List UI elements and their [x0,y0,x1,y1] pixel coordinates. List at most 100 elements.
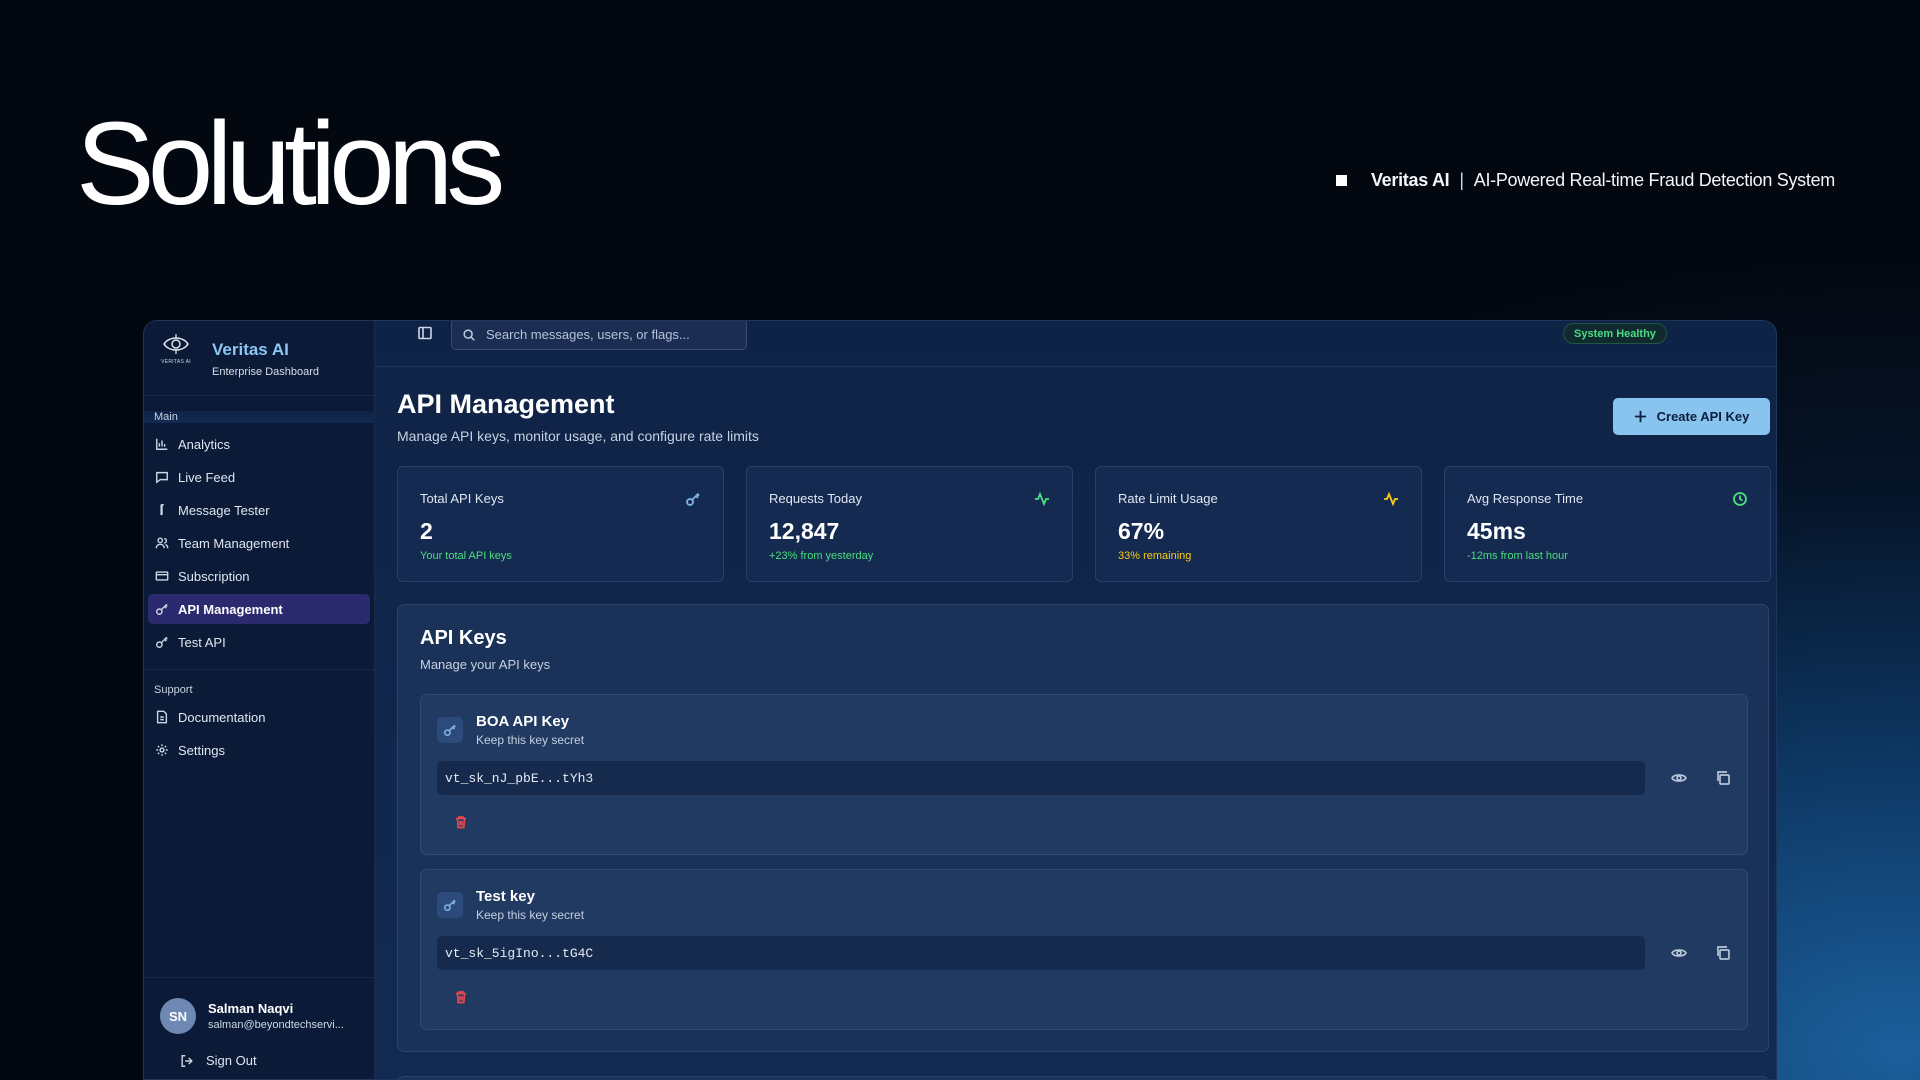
hero-title: Solutions [76,98,505,230]
api-key-hint: Keep this key secret [476,733,585,747]
gear-icon [156,744,168,756]
api-key-name: Test key [476,888,535,905]
api-key-value[interactable]: vt_sk_5igIno...tG4C [437,936,1645,970]
plus-icon [1634,410,1646,423]
sidebar-item-label: Subscription [178,568,250,584]
trash-icon [456,991,466,1004]
app-window: VERITAS AI Veritas AI Enterprise Dashboa… [143,320,1777,1080]
stat-note: 33% remaining [1118,550,1192,562]
next-panel-edge [397,1076,1769,1079]
reveal-key-button[interactable] [1671,945,1687,961]
logo-text: VERITAS AI [161,359,191,365]
activity-icon [1383,491,1399,507]
copy-icon [1717,771,1730,785]
api-key-name: BOA API Key [476,713,570,730]
copy-key-button[interactable] [1715,770,1731,786]
api-keys-title: API Keys [420,627,507,649]
section-label-support: Support [154,684,193,696]
stat-card: Avg Response Time 45ms -12ms from last h… [1444,466,1771,582]
sidebar-header: VERITAS AI Veritas AI Enterprise Dashboa… [144,321,374,396]
app-title: Veritas AI [212,340,289,359]
api-key-value[interactable]: vt_sk_nJ_pbE...tYh3 [437,761,1645,795]
message-square-icon [156,471,168,484]
user-email: salman@beyondtechservi... [208,1019,344,1031]
search-icon [463,328,475,341]
key-icon [437,892,463,918]
users-icon [155,537,169,549]
delete-key-button[interactable] [454,990,469,1005]
user-name: Salman Naqvi [208,1001,294,1016]
sidebar-item-settings[interactable]: Settings [148,735,370,765]
sidebar-item-test-api[interactable]: Test API [148,627,370,657]
copy-key-button[interactable] [1715,945,1731,961]
sidebar-item-subscription[interactable]: Subscription [148,561,370,591]
stat-label: Rate Limit Usage [1118,491,1218,506]
sidebar-item-documentation[interactable]: Documentation [148,702,370,732]
api-key-hint: Keep this key secret [476,908,585,922]
api-keys-subtitle: Manage your API keys [420,657,551,672]
sign-out-label: Sign Out [206,1053,257,1068]
support-nav: Documentation Settings [144,702,374,765]
create-api-key-button[interactable]: Create API Key [1613,398,1770,435]
page-subtitle: Manage API keys, monitor usage, and conf… [397,428,759,444]
topbar: System Healthy [375,321,1776,367]
user-profile[interactable]: SN Salman Naqvi salman@beyondtechservi..… [160,998,358,1034]
stat-note: Your total API keys [420,550,512,562]
panel-left-icon [418,326,432,340]
sidebar-item-label: API Management [178,601,283,617]
eye-icon [1671,774,1687,782]
stat-value: 67% [1118,518,1165,544]
app-subtitle: Enterprise Dashboard [212,366,320,378]
sign-out-button[interactable]: Sign Out [180,1053,358,1068]
sidebar-item-analytics[interactable]: Analytics [148,429,370,459]
square-icon [1335,175,1347,186]
sidebar-item-label: Analytics [178,436,231,452]
sidebar-item-live-feed[interactable]: Live Feed [148,462,370,492]
sidebar-toggle-button[interactable] [417,325,433,341]
logo[interactable]: VERITAS AI [156,331,196,385]
stat-label: Requests Today [769,491,862,506]
stat-card: Rate Limit Usage 67% 33% remaining [1095,466,1422,582]
stat-label: Avg Response Time [1467,491,1584,506]
main-nav: Analytics Live Feed Message Tester Team … [144,429,374,657]
sidebar-item-label: Test API [178,634,226,650]
search-input[interactable] [486,327,726,342]
delete-key-button[interactable] [454,815,469,830]
sidebar-item-team-management[interactable]: Team Management [148,528,370,558]
stat-note: -12ms from last hour [1467,550,1568,562]
key-icon [437,717,463,743]
stats-row: Total API Keys 2 Your total API keys Req… [397,466,1771,582]
stat-card: Requests Today 12,847 +23% from yesterda… [746,466,1073,582]
clock-icon [1732,491,1748,507]
key-icon [156,636,168,648]
reveal-key-button[interactable] [1671,770,1687,786]
stat-value: 12,847 [769,518,840,544]
stat-value: 45ms [1467,518,1526,544]
stat-note: +23% from yesterday [769,550,874,562]
bar-chart-icon [156,438,168,450]
eye-logo-icon [163,334,189,354]
sidebar-item-api-management[interactable]: API Management [148,594,370,624]
section-label-main: Main [144,411,374,423]
sidebar: VERITAS AI Veritas AI Enterprise Dashboa… [144,321,375,1079]
api-keys-panel: API Keys Manage your API keys BOA API Ke… [397,604,1769,1052]
brand-strap: Veritas AI | AI-Powered Real-time Fraud … [1335,170,1835,191]
copy-icon [1717,946,1730,960]
stat-label: Total API Keys [420,491,504,506]
sidebar-item-label: Team Management [178,535,290,551]
file-text-icon [156,710,168,724]
avatar: SN [160,998,196,1034]
sidebar-item-label: Message Tester [178,502,270,518]
key-icon [685,491,701,507]
api-key-card: BOA API Key Keep this key secret vt_sk_n… [420,694,1748,855]
trash-icon [456,816,466,829]
api-key-card: Test key Keep this key secret vt_sk_5igI… [420,869,1748,1030]
main-content: System Healthy API Management Manage API… [375,321,1776,1079]
sidebar-item-message-tester[interactable]: Message Tester [148,495,370,525]
search-bar [451,321,747,350]
test-tube-icon [160,504,164,516]
sidebar-item-label: Live Feed [178,469,236,485]
key-icon [156,603,168,615]
credit-card-icon [155,571,169,581]
sidebar-item-label: Settings [178,742,225,758]
